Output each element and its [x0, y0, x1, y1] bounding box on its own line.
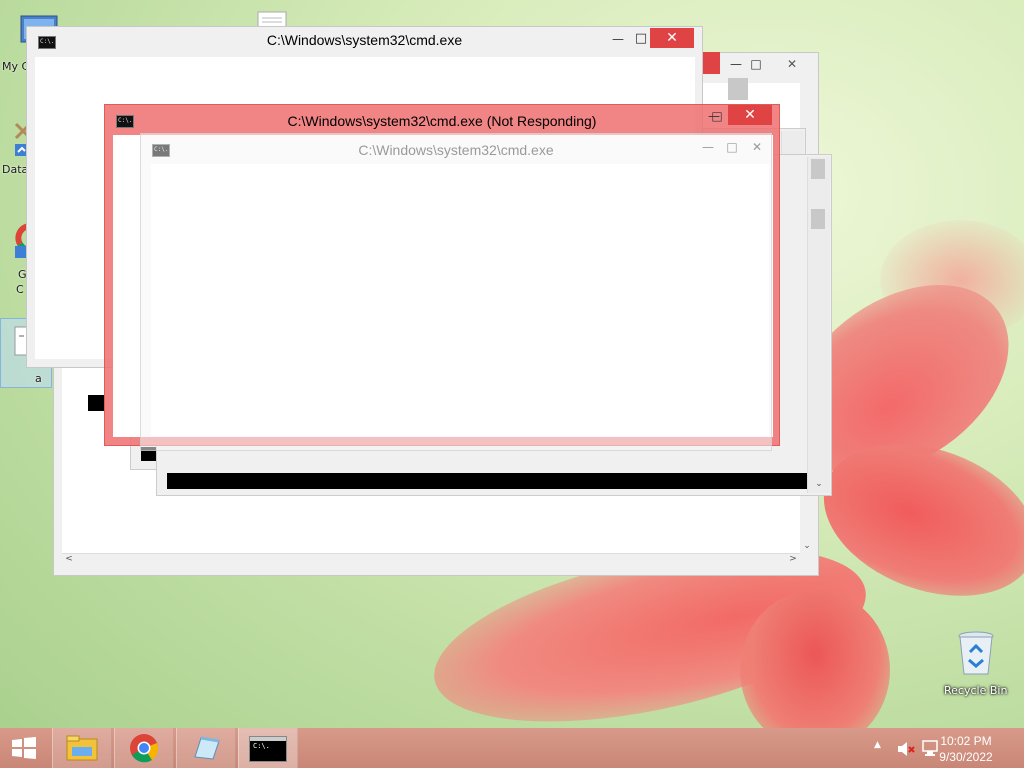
- vertical-scrollbar[interactable]: ⌄: [807, 157, 830, 493]
- scroll-down-icon[interactable]: ⌄: [800, 541, 814, 551]
- scrollbar-thumb[interactable]: [811, 159, 825, 179]
- desktop-icon-label: C: [16, 283, 24, 296]
- window-title: C:\Windows\system32\cmd.exe: [358, 142, 554, 158]
- show-hidden-icons-arrow[interactable]: ▲: [874, 740, 881, 750]
- cmd-icon-text: C:\.: [253, 742, 270, 750]
- file-explorer-icon: [66, 735, 98, 761]
- start-button[interactable]: [0, 728, 48, 768]
- close-button[interactable]: ✕: [728, 105, 772, 125]
- taskbar-file-explorer[interactable]: [52, 728, 112, 768]
- taskbar-notepad[interactable]: [176, 728, 236, 768]
- titlebar[interactable]: C:\. C:\Windows\system32\cmd.exe — □ ✕: [27, 27, 702, 55]
- close-button[interactable]: ✕: [650, 28, 694, 48]
- close-button-partial[interactable]: [700, 52, 720, 74]
- scroll-left-icon[interactable]: <: [62, 554, 76, 564]
- windows-start-icon: [12, 737, 36, 759]
- wallpaper-petal: [740, 590, 890, 750]
- notepad-icon: [194, 736, 220, 760]
- clock-date[interactable]: 9/30/2022: [926, 750, 1006, 764]
- close-icon[interactable]: ✕: [745, 137, 769, 157]
- window-title: C:\Windows\system32\cmd.exe: [266, 32, 463, 48]
- maximize-icon[interactable]: □: [744, 54, 768, 74]
- speaker-muted-icon[interactable]: [896, 740, 916, 758]
- titlebar[interactable]: C:\. C:\Windows\system32\cmd.exe (Not Re…: [105, 105, 779, 133]
- close-button[interactable]: ✕: [770, 54, 814, 74]
- scroll-down-icon[interactable]: ⌄: [812, 479, 826, 489]
- minimize-icon[interactable]: —: [697, 137, 719, 157]
- maximize-icon[interactable]: □: [705, 106, 729, 126]
- cmd-icon: C:\.: [249, 736, 287, 762]
- taskbar-cmd[interactable]: C:\.: [238, 728, 298, 768]
- desktop-icon-label: a: [35, 372, 42, 385]
- console-text-bar: [167, 473, 807, 489]
- taskbar: C:\. ▲ 10:02 PM 9/30/2022: [0, 728, 1024, 768]
- desktop-icon-label: Recycle Bin: [944, 684, 1008, 697]
- scrollbar-thumb[interactable]: [728, 78, 748, 100]
- titlebar[interactable]: C:\. C:\Windows\system32\cmd.exe — □ ✕: [141, 134, 771, 162]
- desktop-icon-label: Data: [2, 163, 29, 176]
- console-area: [151, 164, 769, 436]
- clock-time[interactable]: 10:02 PM: [926, 734, 1006, 748]
- scroll-right-icon[interactable]: >: [786, 554, 800, 564]
- taskbar-chrome[interactable]: [114, 728, 174, 768]
- recycle-bin-icon: [958, 631, 994, 675]
- desktop: My C Data G C a Recycle Bin ⌄ < > — □ ✕ …: [0, 0, 1024, 768]
- window-title: C:\Windows\system32\cmd.exe (Not Respond…: [287, 113, 597, 129]
- maximize-icon[interactable]: □: [721, 137, 743, 157]
- horizontal-scrollbar[interactable]: < >: [62, 553, 800, 568]
- console-cursor-block: [88, 395, 104, 411]
- chrome-icon: [130, 734, 159, 763]
- scrollbar-thumb[interactable]: [811, 209, 825, 229]
- cmd-window-ghost[interactable]: C:\. C:\Windows\system32\cmd.exe — □ ✕: [140, 133, 772, 451]
